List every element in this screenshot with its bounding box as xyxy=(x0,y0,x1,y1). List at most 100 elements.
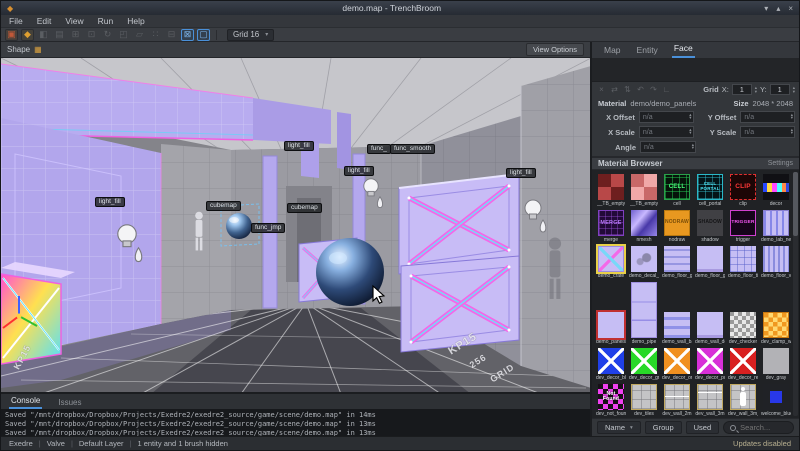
uv-flip-v-icon[interactable]: ⇅ xyxy=(622,84,633,95)
texture-tile-demo_floor_grate[interactable]: demo_floor_grate xyxy=(663,246,691,279)
texture-tile-dev_decor_blue[interactable]: dev_decor_blue xyxy=(597,348,625,381)
spinner-icon[interactable]: ▴▾ xyxy=(689,113,691,119)
face-tool-icon[interactable]: ⊡ xyxy=(85,29,98,41)
texture-tile-__TB_empty[interactable]: __TB_empty xyxy=(597,174,625,207)
status-item: Default Layer xyxy=(79,439,124,448)
texture-tile-demo_floor_tiles[interactable]: demo_floor_tiles xyxy=(729,246,757,279)
shear-tool-icon[interactable]: ▱ xyxy=(133,29,146,41)
texture-tile-__TB_empty[interactable]: __TB_empty xyxy=(630,174,658,207)
spinner-icon[interactable]: ▴▾ xyxy=(692,143,694,149)
uv-lock-toggle-icon[interactable]: ▢ xyxy=(197,29,210,41)
3d-scene-canvas[interactable] xyxy=(1,58,590,392)
grid-size-dropdown[interactable]: Grid 16 ▾ xyxy=(227,29,274,41)
texture-tile-demo_panels[interactable]: demo_panels xyxy=(597,312,625,345)
scrollbar-thumb[interactable] xyxy=(793,172,798,236)
maximize-button-icon[interactable]: ▴ xyxy=(776,4,780,13)
edge-tool-icon[interactable]: ⊞ xyxy=(69,29,82,41)
texture-tile-welcome_blue_300[interactable]: welcome_blue_300 xyxy=(762,384,790,417)
texture-tile-dev_decor_green[interactable]: dev_decor_green xyxy=(630,348,658,381)
used-toggle-button[interactable]: Used xyxy=(686,421,720,434)
texture-tile-nmesh[interactable]: nmesh xyxy=(630,210,658,243)
texture-tile-demo_floor_grass_trans[interactable]: demo_floor_grass_trans xyxy=(696,246,724,279)
texture-tile-dev_gray[interactable]: dev_gray xyxy=(762,348,790,381)
texture-tile-dev_clamp_white[interactable]: dev_clamp_white xyxy=(762,312,790,345)
texture-tile-demo_floor_vent[interactable]: demo_floor_vent xyxy=(762,246,790,279)
menu-run[interactable]: Run xyxy=(98,16,114,26)
texture-tile-dev_wall_3m_human[interactable]: dev_wall_3m_human xyxy=(729,384,757,417)
rotate-tool-icon[interactable]: ↻ xyxy=(101,29,114,41)
texture-tile-demo_wall_dev_panel[interactable]: demo_wall_dev_panel xyxy=(696,312,724,345)
uv-rotate-cw-icon[interactable]: ↷ xyxy=(648,84,659,95)
texture-tile-dev_decor_purple[interactable]: dev_decor_purple xyxy=(696,348,724,381)
spinner-icon[interactable]: ▴▾ xyxy=(755,86,757,92)
clip-tool-icon[interactable]: ◧ xyxy=(37,29,50,41)
menu-view[interactable]: View xyxy=(65,16,83,26)
tab-issues[interactable]: Issues xyxy=(56,398,83,409)
texture-thumbnail xyxy=(598,312,624,338)
texture-tile-cell_portal[interactable]: CELL PORTALcell_portal xyxy=(696,174,724,207)
shape-tool-label[interactable]: Shape xyxy=(7,45,30,54)
texture-tile-demo_decal_lab[interactable]: demo_decal_lab xyxy=(630,246,658,279)
uv-fit-icon[interactable]: ∟ xyxy=(661,84,672,95)
spinner-icon[interactable]: ▴▾ xyxy=(791,128,793,134)
texture-tile-demo_crate[interactable]: demo_crate xyxy=(597,246,625,279)
viewport-3d[interactable]: light_fillcubemapcubemapfunc_jmplight_fi… xyxy=(1,58,590,392)
texture-tile-nodraw[interactable]: NODRAWnodraw xyxy=(663,210,691,243)
sort-dropdown[interactable]: Name ▾ xyxy=(597,421,641,434)
tab-entity[interactable]: Entity xyxy=(635,45,660,58)
texture-tile-dev_wall_2m[interactable]: dev_wall_2m xyxy=(663,384,691,417)
texture-tile-clip[interactable]: CLIPclip xyxy=(729,174,757,207)
texture-tile-trigger[interactable]: TRIGGERtrigger xyxy=(729,210,757,243)
csg-convex-tool-icon[interactable]: ∷ xyxy=(149,29,162,41)
uv-grid-y-input[interactable]: 1 xyxy=(770,84,790,95)
csg-subtract-tool-icon[interactable]: ⊟ xyxy=(165,29,178,41)
close-button-icon[interactable]: × xyxy=(788,4,793,13)
default-tool-icon[interactable]: ▣ xyxy=(5,29,18,41)
texture-tile-dev_tiles[interactable]: dev_tiles xyxy=(630,384,658,417)
angle-input[interactable]: n/a ▴▾ xyxy=(640,141,696,153)
texture-lock-toggle-icon[interactable]: ⊠ xyxy=(181,29,194,41)
brush-tool-icon[interactable]: ◆ xyxy=(21,29,34,41)
texture-thumbnail xyxy=(730,312,756,338)
texture-tile-decor[interactable]: decor xyxy=(762,174,790,207)
texture-tile-demo_lab_net[interactable]: demo_lab_net xyxy=(762,210,790,243)
scrollbar[interactable] xyxy=(793,172,798,416)
tab-console[interactable]: Console xyxy=(9,396,42,409)
material-browser-settings-link[interactable]: Settings xyxy=(768,160,793,167)
tab-face[interactable]: Face xyxy=(672,43,695,58)
scale-tool-icon[interactable]: ◰ xyxy=(117,29,130,41)
texture-thumbnail xyxy=(763,246,789,272)
texture-label: dev_decor_purple xyxy=(695,375,725,381)
uv-rotate-ccw-icon[interactable]: ↶ xyxy=(635,84,646,95)
texture-tile-dev_checker[interactable]: dev_checker xyxy=(729,312,757,345)
texture-tile-dev_decor_orange[interactable]: dev_decor_orange xyxy=(663,348,691,381)
texture-tile-dev_decor_red[interactable]: dev_decor_red xyxy=(729,348,757,381)
uv-reset-icon[interactable]: × xyxy=(596,84,607,95)
uv-grid-x-input[interactable]: 1 xyxy=(732,84,752,95)
menu-edit[interactable]: Edit xyxy=(37,16,52,26)
view-options-button[interactable]: View Options xyxy=(526,43,584,56)
texture-tile-dev_not_found[interactable]: Not Founddev_not_found xyxy=(597,384,625,417)
tab-map[interactable]: Map xyxy=(602,45,623,58)
y-offset-input[interactable]: n/a ▴▾ xyxy=(740,111,795,123)
uv-flip-h-icon[interactable]: ⇄ xyxy=(609,84,620,95)
minimize-button-icon[interactable]: ▾ xyxy=(764,4,768,13)
spinner-icon[interactable]: ▴▾ xyxy=(689,128,691,134)
y-scale-input[interactable]: n/a ▴▾ xyxy=(740,126,795,138)
search-input[interactable] xyxy=(740,423,787,432)
spinner-icon[interactable]: ▴▾ xyxy=(793,86,795,92)
spinner-icon[interactable]: ▴▾ xyxy=(791,113,793,119)
menu-help[interactable]: Help xyxy=(127,16,144,26)
texture-tile-merge[interactable]: MERGEmerge xyxy=(597,210,625,243)
texture-tile-shadow[interactable]: SHADOWshadow xyxy=(696,210,724,243)
menu-file[interactable]: File xyxy=(9,16,23,26)
texture-label: decor xyxy=(770,201,783,207)
texture-tile-demo_pipe[interactable]: demo_pipe xyxy=(630,282,658,345)
group-toggle-button[interactable]: Group xyxy=(645,421,682,434)
x-offset-input[interactable]: n/a ▴▾ xyxy=(639,111,694,123)
texture-tile-cell[interactable]: CELLcell xyxy=(663,174,691,207)
vertex-tool-icon[interactable]: ▤ xyxy=(53,29,66,41)
x-scale-input[interactable]: n/a ▴▾ xyxy=(639,126,694,138)
texture-tile-dev_wall_3m[interactable]: dev_wall_3m xyxy=(696,384,724,417)
texture-tile-demo_wall_bands[interactable]: demo_wall_bands xyxy=(663,312,691,345)
